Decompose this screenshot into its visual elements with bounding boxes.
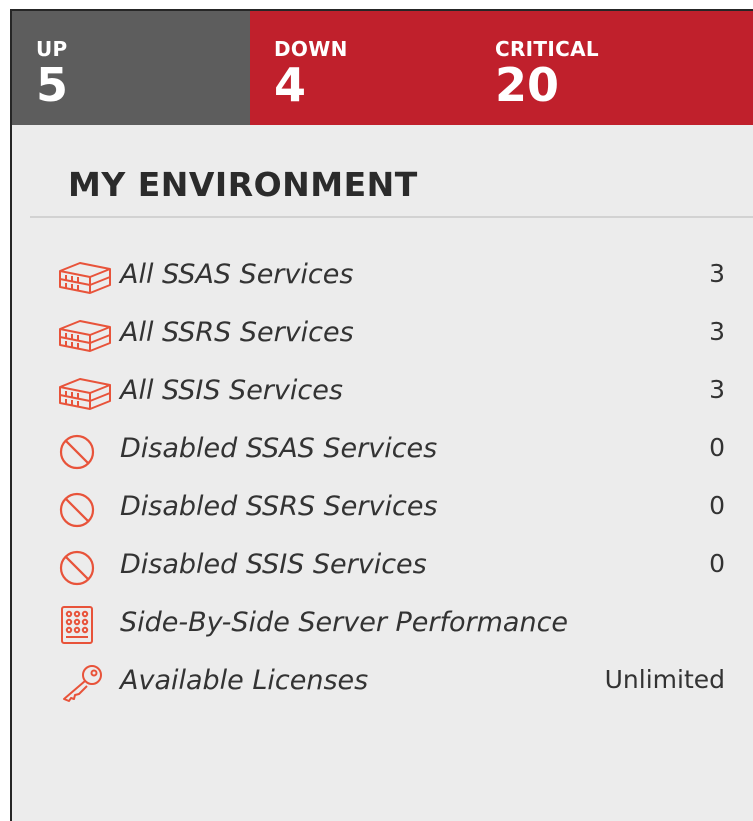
disabled-icon xyxy=(56,431,114,471)
env-item-all-ssrs[interactable]: All SSRS Services 3 xyxy=(56,305,725,363)
env-item-count: Unlimited xyxy=(604,665,725,694)
env-item-available-licenses[interactable]: Available Licenses Unlimited xyxy=(56,653,725,711)
env-item-count: 3 xyxy=(709,259,725,288)
status-summary-bar: UP 5 DOWN 4 CRITICAL 20 xyxy=(12,11,753,125)
env-item-label: Disabled SSRS Services xyxy=(120,491,438,522)
status-tile-critical[interactable]: CRITICAL 20 xyxy=(468,11,753,125)
status-up-count: 5 xyxy=(36,58,69,112)
server-icon xyxy=(56,315,114,355)
status-critical-count: 20 xyxy=(495,58,560,112)
env-item-disabled-ssas[interactable]: Disabled SSAS Services 0 xyxy=(56,421,725,479)
key-icon xyxy=(56,663,114,703)
env-item-disabled-ssrs[interactable]: Disabled SSRS Services 0 xyxy=(56,479,725,537)
environment-panel: UP 5 DOWN 4 CRITICAL 20 MY ENVIRONMENT A… xyxy=(10,9,753,821)
server-icon xyxy=(56,373,114,413)
section-title: MY ENVIRONMENT xyxy=(68,165,418,204)
env-item-count: 3 xyxy=(709,375,725,404)
env-item-label: Available Licenses xyxy=(120,665,369,696)
status-tile-down[interactable]: DOWN 4 xyxy=(250,11,468,125)
env-item-label: Side-By-Side Server Performance xyxy=(120,607,569,638)
env-item-disabled-ssis[interactable]: Disabled SSIS Services 0 xyxy=(56,537,725,595)
env-item-count: 0 xyxy=(709,433,725,462)
env-item-count: 0 xyxy=(709,549,725,578)
disabled-icon xyxy=(56,547,114,587)
env-item-label: All SSIS Services xyxy=(120,375,343,406)
env-item-all-ssis[interactable]: All SSIS Services 3 xyxy=(56,363,725,421)
env-item-label: All SSAS Services xyxy=(120,259,354,290)
server-icon xyxy=(56,257,114,297)
grid-icon xyxy=(56,605,114,645)
env-item-all-ssas[interactable]: All SSAS Services 3 xyxy=(56,247,725,305)
env-item-count: 3 xyxy=(709,317,725,346)
disabled-icon xyxy=(56,489,114,529)
status-tile-up[interactable]: UP 5 xyxy=(12,11,250,125)
env-item-side-by-side[interactable]: Side-By-Side Server Performance xyxy=(56,595,725,653)
status-down-count: 4 xyxy=(274,58,307,112)
env-item-label: Disabled SSAS Services xyxy=(120,433,438,464)
env-item-label: All SSRS Services xyxy=(120,317,354,348)
env-item-count: 0 xyxy=(709,491,725,520)
env-item-label: Disabled SSIS Services xyxy=(120,549,427,580)
section-divider xyxy=(30,216,753,218)
